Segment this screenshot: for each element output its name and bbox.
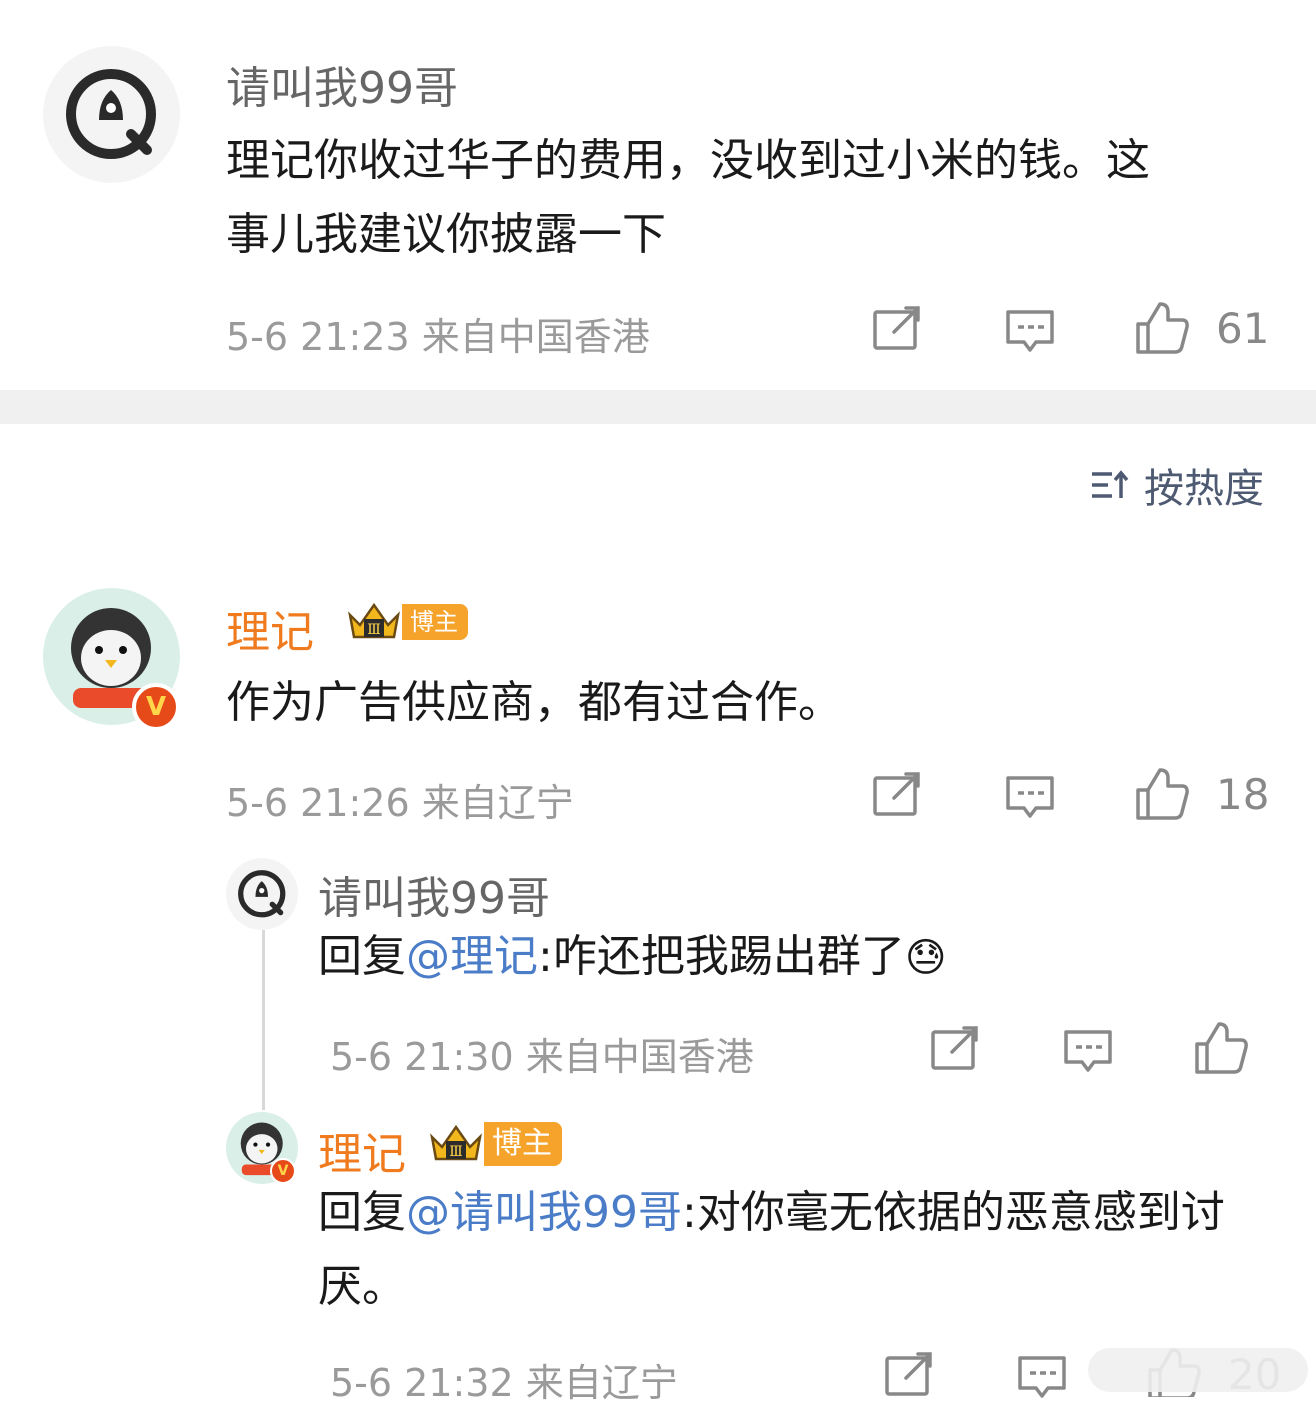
sweat-emoji: 😓 — [904, 935, 947, 981]
comment-username[interactable]: 理记 — [226, 596, 314, 660]
avatar[interactable] — [43, 46, 180, 183]
sort-icon — [1092, 470, 1129, 498]
comment-username[interactable]: 请叫我99哥 — [226, 52, 458, 116]
section-divider — [0, 390, 1316, 424]
reply-body: :咋还把我踢出群了 — [538, 931, 905, 982]
repost-icon[interactable] — [872, 772, 922, 818]
mention-link[interactable]: @理记 — [406, 931, 538, 982]
like-count: 61 — [1216, 304, 1270, 353]
avatar[interactable] — [226, 858, 298, 930]
mention-link[interactable]: @请叫我99哥 — [406, 1187, 682, 1238]
blogger-badge: Ⅲ 博主 — [428, 1122, 562, 1166]
reply-prefix: 回复 — [318, 931, 406, 982]
verified-badge: V — [270, 1158, 296, 1184]
sort-label: 按热度 — [1144, 466, 1264, 512]
repost-icon[interactable] — [872, 306, 922, 352]
comment-meta: 5-6 21:23 来自中国香港 — [226, 315, 650, 359]
crown-icon: Ⅲ — [430, 1124, 482, 1161]
comment-meta: 5-6 21:26 来自辽宁 — [226, 781, 574, 825]
reply-prefix: 回复 — [318, 1187, 406, 1238]
crown-icon: Ⅲ — [348, 602, 400, 639]
sort-toggle[interactable]: 按热度 — [1090, 456, 1264, 514]
badge-label: 博主 — [484, 1122, 562, 1166]
repost-icon[interactable] — [930, 1026, 980, 1072]
repost-icon[interactable] — [884, 1352, 934, 1398]
reply-meta: 5-6 21:32 来自辽宁 — [330, 1361, 678, 1405]
comment-icon[interactable] — [1016, 1354, 1068, 1398]
comment-icon[interactable] — [1062, 1028, 1114, 1076]
user-avatar-icon — [238, 870, 286, 918]
like-count: 18 — [1216, 770, 1270, 819]
reply-text: 回复@理记:咋还把我踢出群了😓 — [318, 920, 1238, 995]
thread-line — [262, 930, 265, 1110]
svg-text:Ⅲ: Ⅲ — [367, 622, 381, 638]
comment-text: 作为广告供应商，都有过合作。 — [226, 677, 842, 728]
reply-text: 回复@请叫我99哥:对你毫无依据的恶意感到讨厌。 — [318, 1176, 1238, 1324]
blogger-badge: Ⅲ 博主 — [346, 601, 468, 643]
svg-text:Ⅲ: Ⅲ — [449, 1144, 463, 1160]
comment-icon[interactable] — [1004, 308, 1056, 356]
verified-badge: V — [132, 683, 180, 731]
like-icon[interactable] — [1193, 1020, 1249, 1076]
badge-label: 博主 — [402, 604, 468, 640]
like-icon[interactable] — [1134, 300, 1190, 356]
home-indicator[interactable] — [1088, 1348, 1308, 1392]
like-icon[interactable] — [1134, 766, 1190, 822]
comment-icon[interactable] — [1004, 774, 1056, 822]
reply-meta: 5-6 21:30 来自中国香港 — [330, 1035, 754, 1079]
comment-text: 理记你收过华子的费用，没收到过小米的钱。这事儿我建议你披露一下 — [226, 135, 1150, 260]
user-avatar-icon — [66, 69, 156, 159]
reply-username[interactable]: 请叫我99哥 — [318, 862, 550, 926]
reply-username[interactable]: 理记 — [318, 1118, 406, 1182]
